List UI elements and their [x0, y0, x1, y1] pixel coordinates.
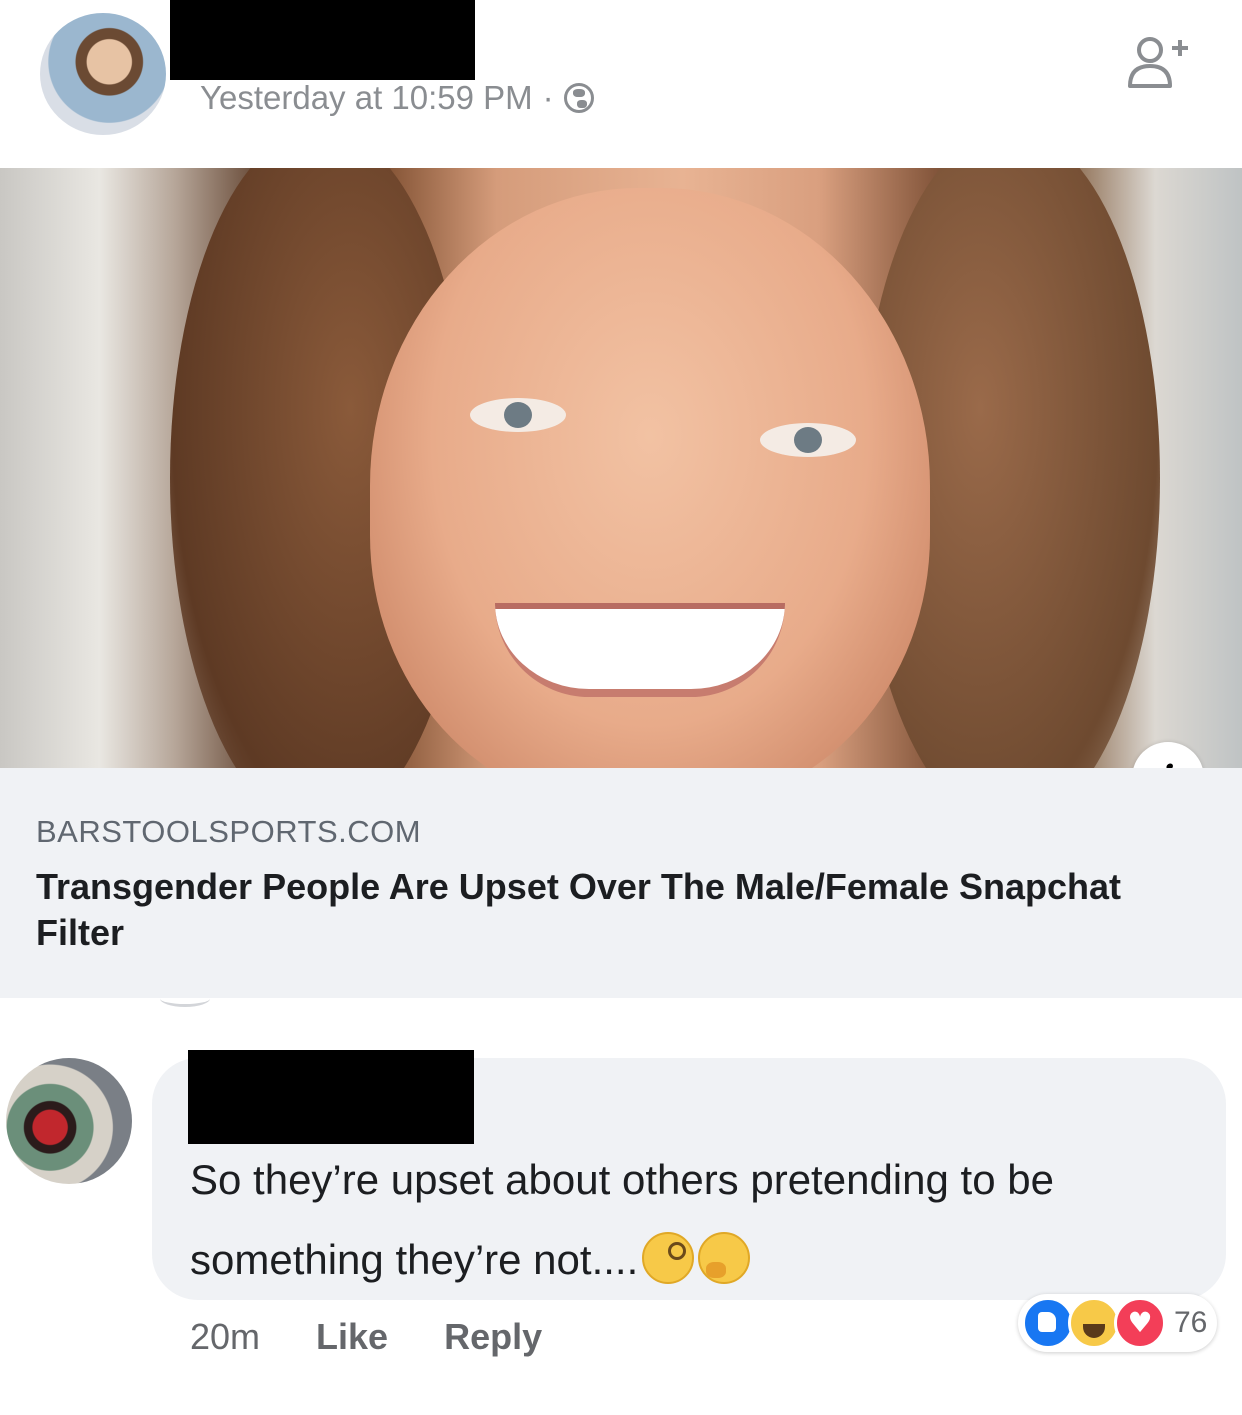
add-friend-icon[interactable] — [1122, 28, 1192, 98]
comment-body: So they’re upset about others pretending… — [190, 1156, 1054, 1283]
like-reaction-icon — [1022, 1297, 1074, 1349]
comment-actions: 20m Like Reply — [190, 1312, 542, 1362]
link-domain: BARSTOOLSPORTS.COM — [36, 814, 422, 849]
post-timestamp[interactable]: Yesterday at 10:59 PM — [200, 79, 533, 117]
post-header: Yesterday at 10:59 PM · — [0, 0, 1242, 168]
meta-separator: · — [542, 79, 554, 116]
poster-avatar[interactable] — [40, 13, 166, 135]
love-reaction-icon — [1114, 1297, 1166, 1349]
reply-button[interactable]: Reply — [444, 1316, 542, 1358]
reaction-count: 76 — [1174, 1306, 1208, 1339]
redacted-poster-name — [170, 0, 475, 80]
divider — [160, 990, 210, 1007]
face-with-monocle-emoji — [642, 1232, 695, 1284]
thinking-face-emoji — [698, 1232, 751, 1284]
photo-eye-left — [470, 398, 566, 432]
reaction-summary[interactable]: 76 — [1018, 1294, 1218, 1352]
post-meta: Yesterday at 10:59 PM · — [200, 76, 594, 120]
redacted-commenter-name — [188, 1050, 474, 1144]
photo-eye-right — [760, 423, 856, 457]
link-headline[interactable]: Transgender People Are Upset Over The Ma… — [36, 864, 1196, 956]
comment-text: So they’re upset about others pretending… — [190, 1140, 1220, 1300]
globe-icon — [563, 83, 594, 113]
commenter-avatar[interactable] — [6, 1058, 132, 1184]
haha-reaction-icon — [1068, 1297, 1120, 1349]
like-button[interactable]: Like — [316, 1316, 388, 1358]
comment-time[interactable]: 20m — [190, 1316, 260, 1358]
link-preview-image[interactable] — [0, 168, 1242, 768]
